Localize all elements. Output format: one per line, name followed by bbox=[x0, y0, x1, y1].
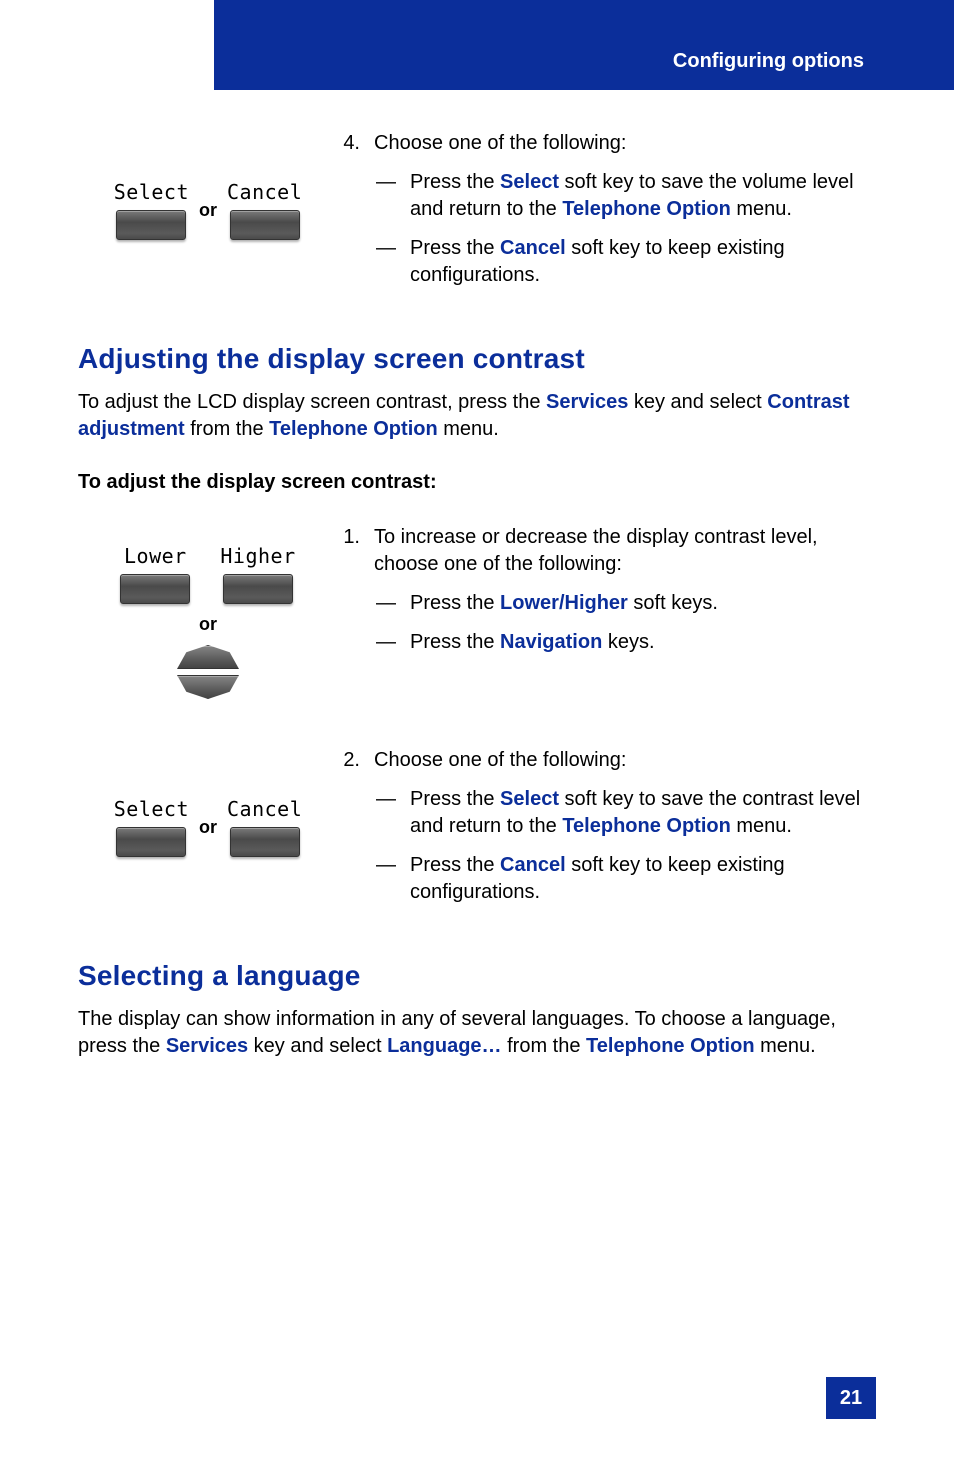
softkey-select-button-2 bbox=[116, 827, 186, 857]
softkey-higher-label: Higher bbox=[220, 544, 295, 568]
nav-down-icon bbox=[177, 675, 239, 699]
contrast-step-1-item-2: — Press the Navigation keys. bbox=[376, 629, 878, 656]
step-4-graphic: Select or Cancel bbox=[78, 130, 338, 240]
softkey-lower-label: Lower bbox=[124, 544, 187, 568]
page-content: Select or Cancel 4. Choose one of the fo… bbox=[78, 130, 878, 1060]
contrast-lead-bold: To adjust the display screen contrast: bbox=[78, 471, 878, 494]
contrast-step-1-graphic: Lower Higher or bbox=[78, 524, 338, 699]
contrast-step-2-row: Select or Cancel 2. Choose one of the fo… bbox=[78, 747, 878, 918]
contrast-step-2-item-2: — Press the Cancel soft key to keep exis… bbox=[376, 852, 878, 906]
heading-language: Selecting a language bbox=[78, 960, 878, 992]
step-4-item-1: — Press the Select soft key to save the … bbox=[376, 169, 878, 223]
contrast-intro: To adjust the LCD display screen contras… bbox=[78, 389, 878, 443]
navigation-keys-icon bbox=[177, 645, 239, 699]
page-number: 21 bbox=[826, 1377, 876, 1419]
heading-contrast: Adjusting the display screen contrast bbox=[78, 343, 878, 375]
softkey-select-button bbox=[116, 210, 186, 240]
softkey-cancel-label: Cancel bbox=[227, 180, 302, 204]
softkey-lower-button bbox=[120, 574, 190, 604]
header-left-rule bbox=[214, 0, 216, 90]
or-text: or bbox=[199, 200, 217, 221]
contrast-step-2-item-1: — Press the Select soft key to save the … bbox=[376, 786, 878, 840]
or-text-3: or bbox=[199, 817, 217, 838]
softkey-cancel-label-2: Cancel bbox=[227, 797, 302, 821]
or-text-2: or bbox=[199, 614, 217, 635]
step-4-row: Select or Cancel 4. Choose one of the fo… bbox=[78, 130, 878, 301]
contrast-step-1-item-1: — Press the Lower/Higher soft keys. bbox=[376, 590, 878, 617]
softkey-select-label: Select bbox=[114, 180, 189, 204]
softkey-cancel-button-2 bbox=[230, 827, 300, 857]
language-intro: The display can show information in any … bbox=[78, 1006, 878, 1060]
contrast-step-2-graphic: Select or Cancel bbox=[78, 747, 338, 857]
contrast-step-1-lead: 1. To increase or decrease the display c… bbox=[338, 524, 878, 578]
contrast-step-2-lead: 2. Choose one of the following: bbox=[338, 747, 878, 774]
softkey-higher-button bbox=[223, 574, 293, 604]
chapter-title: Configuring options bbox=[673, 50, 864, 73]
header-banner bbox=[214, 0, 954, 90]
contrast-step-1-row: Lower Higher or 1. To increase o bbox=[78, 524, 878, 699]
step-4-item-2: — Press the Cancel soft key to keep exis… bbox=[376, 235, 878, 289]
softkey-select-label-2: Select bbox=[114, 797, 189, 821]
softkey-cancel-button bbox=[230, 210, 300, 240]
nav-up-icon bbox=[177, 645, 239, 669]
step-4-lead: 4. Choose one of the following: bbox=[338, 130, 878, 157]
